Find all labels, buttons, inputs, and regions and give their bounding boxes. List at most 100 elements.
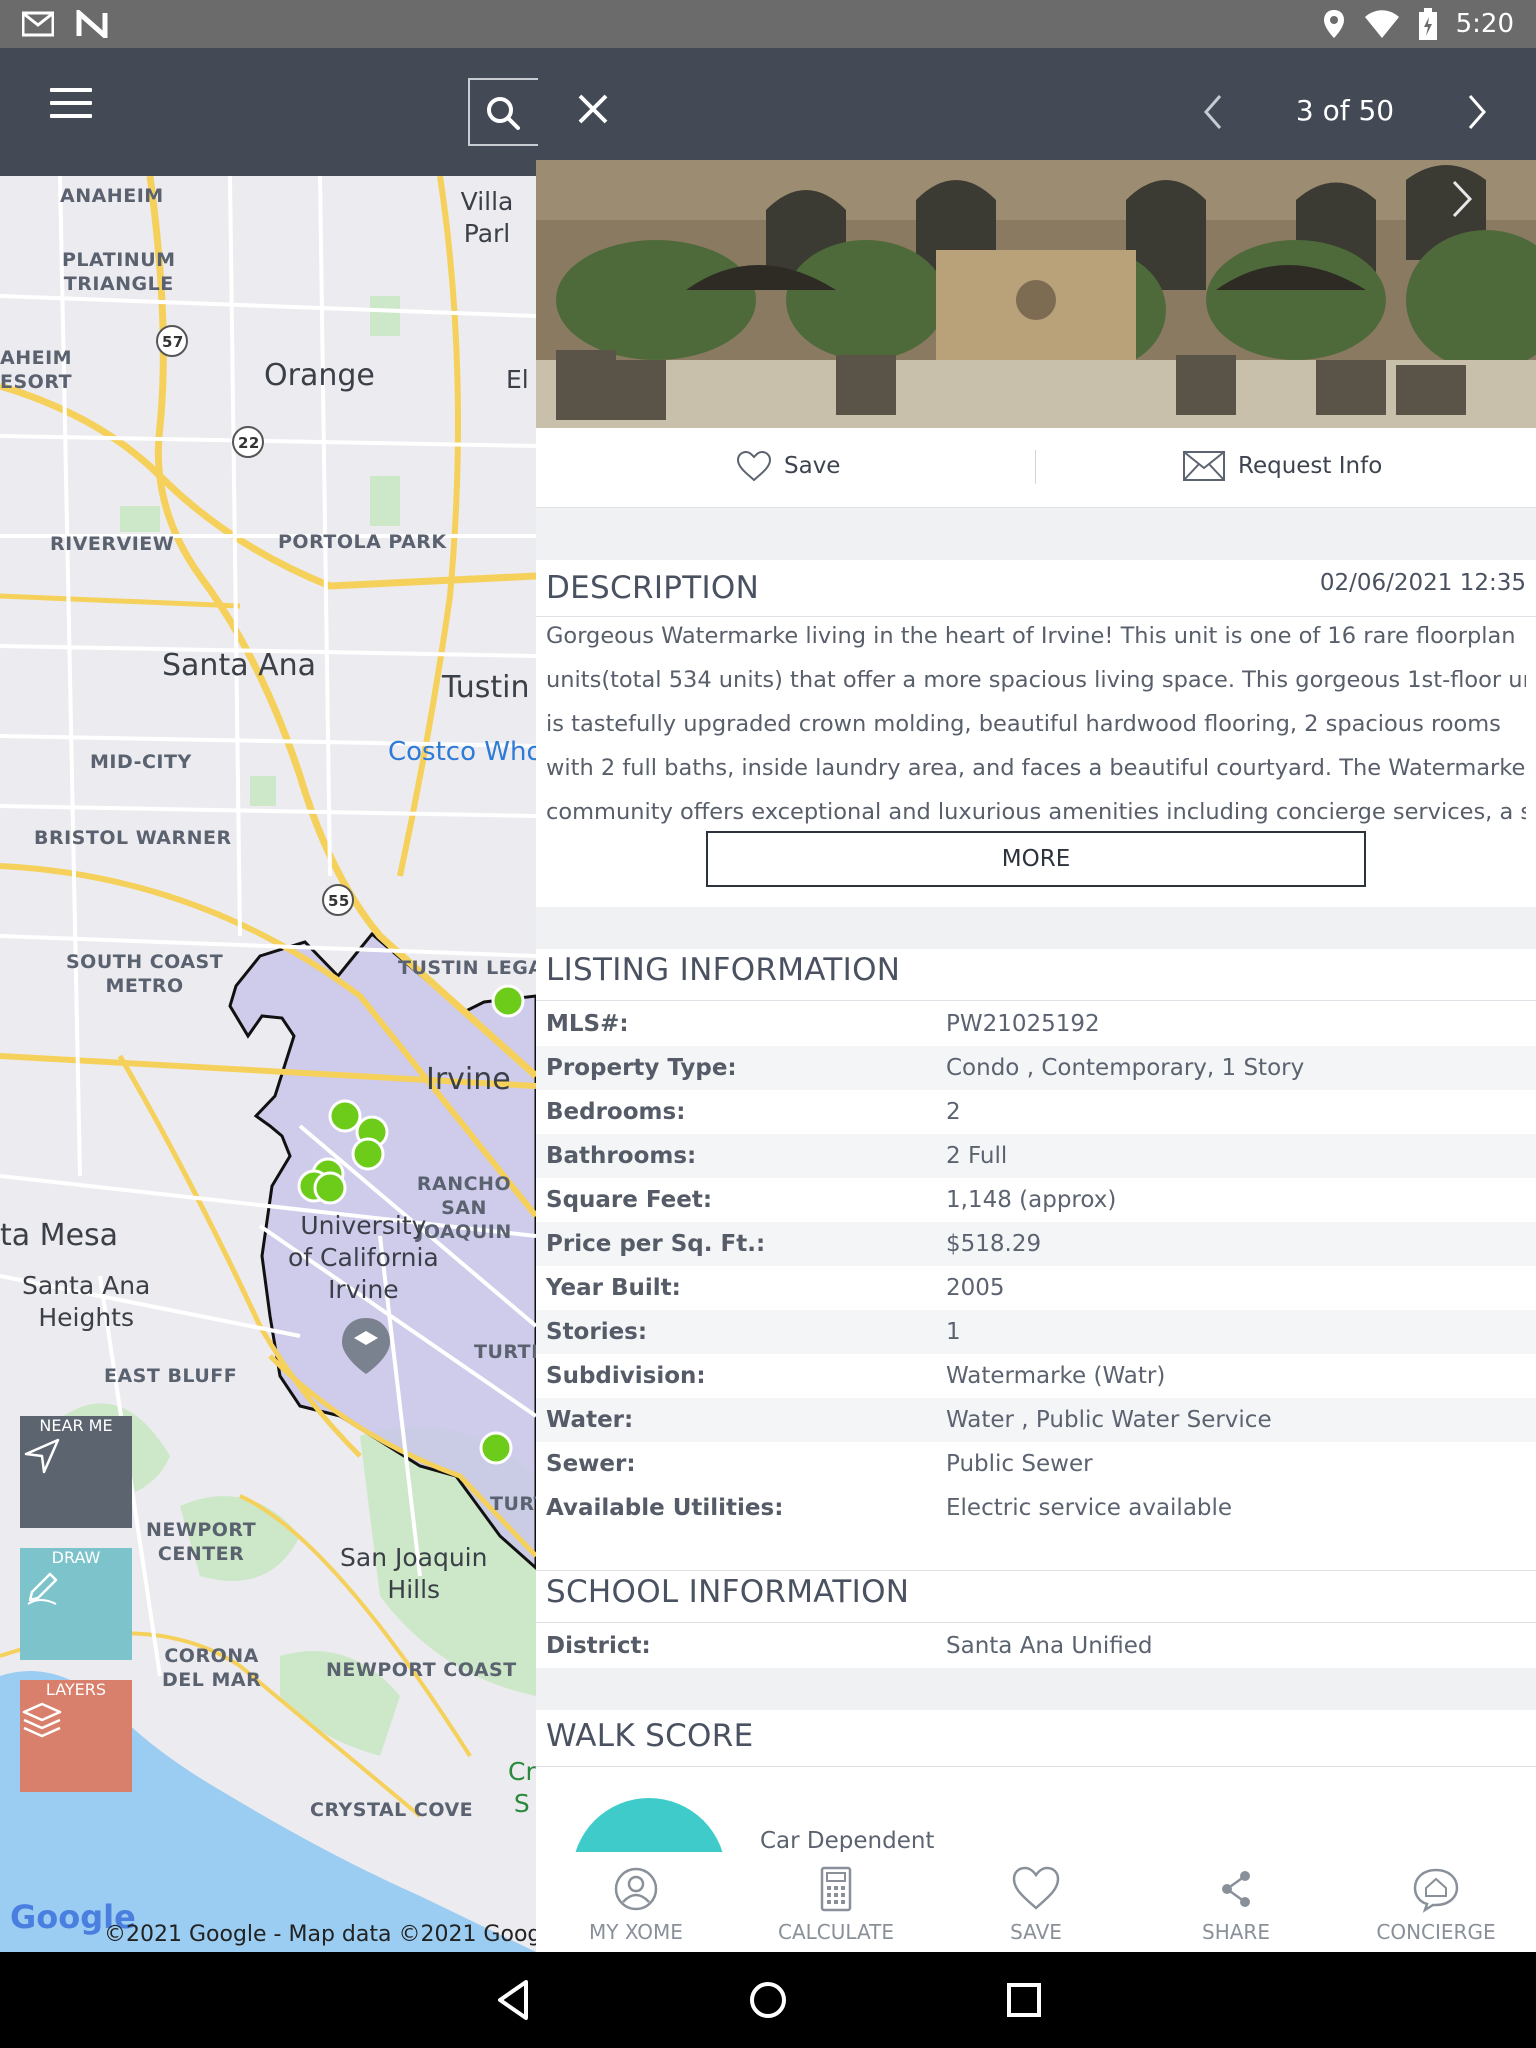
system-nav-bar	[0, 1952, 1536, 2048]
menu-bar	[50, 88, 92, 92]
listing-info-title: LISTING INFORMATION	[546, 952, 901, 988]
listing-detail-panel[interactable]: Save Request Info DESCRIPTION 02/06/2021…	[536, 160, 1536, 1952]
search-button[interactable]	[468, 78, 538, 146]
map-label: SOUTH COAST METRO	[66, 951, 224, 997]
pager-label: 3 of 50	[1295, 94, 1395, 127]
info-value: 2 Full	[946, 1143, 1008, 1169]
city-label: Tustin	[442, 670, 530, 705]
info-key: Sewer:	[546, 1451, 636, 1477]
previous-listing-icon[interactable]	[1190, 88, 1238, 136]
next-listing-icon[interactable]	[1452, 88, 1500, 136]
rule	[536, 1622, 1536, 1623]
save-listing-button[interactable]: Save	[736, 450, 840, 482]
rule	[536, 1570, 1536, 1571]
more-button[interactable]: MORE	[706, 831, 1366, 887]
battery-icon	[1418, 8, 1437, 40]
info-value: Santa Ana Unified	[946, 1633, 1153, 1659]
tab-calculate[interactable]: CALCULATE	[736, 1852, 936, 1952]
description-title: DESCRIPTION	[546, 570, 760, 606]
listing-pin[interactable]	[328, 1099, 362, 1133]
walk-score-label: Car Dependent	[760, 1828, 935, 1854]
recents-icon[interactable]	[998, 1974, 1050, 2026]
navigation-arrow-icon	[24, 1438, 60, 1474]
section-spacer	[536, 907, 1536, 949]
city-label: University of California Irvine	[288, 1211, 439, 1304]
listing-pin[interactable]	[313, 1171, 347, 1205]
info-row-mls: MLS#: PW21025192	[536, 1002, 1536, 1046]
info-value: 2005	[946, 1275, 1005, 1301]
info-value: 2	[946, 1099, 961, 1125]
listing-photo[interactable]	[536, 160, 1536, 428]
request-info-button[interactable]: Request Info	[1182, 450, 1382, 482]
tab-concierge[interactable]: CONCIERGE	[1336, 1852, 1536, 1952]
info-row-stories: Stories: 1	[536, 1310, 1536, 1354]
courtyard-photo	[536, 160, 1536, 428]
info-row-district: District: Santa Ana Unified	[536, 1624, 1536, 1668]
user-icon	[614, 1867, 658, 1911]
info-row-price-per-sqft: Price per Sq. Ft.: $518.29	[536, 1222, 1536, 1266]
map-view[interactable]: ANAHEIM PLATINUM TRIANGLE AHEIM ESORT Or…	[0, 176, 536, 1952]
map-label: TURTL	[474, 1341, 536, 1363]
description-line: is tastefully upgraded crown molding, be…	[546, 711, 1501, 737]
app-header: 3 of 50	[0, 48, 1536, 176]
clock: 5:20	[1455, 9, 1514, 39]
map-label: AHEIM ESORT	[0, 347, 73, 393]
city-label: Cr S	[508, 1757, 536, 1818]
info-key: Property Type:	[546, 1055, 737, 1081]
info-key: Available Utilities:	[546, 1495, 784, 1521]
map-label: PORTOLA PARK	[278, 531, 447, 553]
info-value: Water , Public Water Service	[946, 1407, 1272, 1433]
highway-22-label: 22	[238, 434, 260, 452]
actions-divider	[1035, 450, 1036, 484]
listing-pin[interactable]	[479, 1431, 513, 1465]
info-row-bedrooms: Bedrooms: 2	[536, 1090, 1536, 1134]
near-me-label: NEAR ME	[39, 1416, 113, 1435]
info-value: 1	[946, 1319, 961, 1345]
info-row-bathrooms: Bathrooms: 2 Full	[536, 1134, 1536, 1178]
map-label: CRYSTAL COVE	[310, 1799, 474, 1821]
tab-save[interactable]: SAVE	[936, 1852, 1136, 1952]
near-me-button[interactable]: NEAR ME	[20, 1416, 132, 1528]
info-value: Condo , Contemporary, 1 Story	[946, 1055, 1305, 1081]
next-photo-icon[interactable]	[1442, 174, 1482, 224]
gmail-icon	[22, 11, 54, 37]
city-label: Santa Ana	[162, 648, 317, 683]
location-icon	[1323, 10, 1344, 38]
map-attribution: ©2021 Google - Map data ©2021 Google	[104, 1922, 536, 1947]
info-row-sewer: Sewer: Public Sewer	[536, 1442, 1536, 1486]
rule	[536, 1766, 1536, 1767]
rule	[536, 1000, 1536, 1001]
info-key: Water:	[546, 1407, 634, 1433]
menu-bar	[50, 101, 92, 105]
info-row-utilities: Available Utilities: Electric service ava…	[536, 1486, 1536, 1530]
draw-button[interactable]: DRAW	[20, 1548, 132, 1660]
heart-icon	[1012, 1866, 1060, 1910]
info-value: $518.29	[946, 1231, 1042, 1257]
info-value: Electric service available	[946, 1495, 1233, 1521]
back-icon[interactable]	[488, 1974, 540, 2026]
info-key: Year Built:	[546, 1275, 681, 1301]
tab-share[interactable]: SHARE	[1136, 1852, 1336, 1952]
map-label: RIVERVIEW	[50, 533, 175, 555]
close-icon[interactable]	[570, 86, 616, 132]
city-label: ta Mesa	[0, 1218, 119, 1253]
tab-label: SHARE	[1202, 1920, 1270, 1944]
map-label: NEWPORT COAST	[326, 1659, 517, 1681]
info-key: Stories:	[546, 1319, 648, 1345]
poi-label[interactable]: Costco Who	[388, 736, 536, 768]
share-icon	[1222, 1871, 1250, 1907]
map-label: ANAHEIM	[60, 185, 164, 207]
menu-button[interactable]	[50, 88, 92, 122]
listing-pin[interactable]	[351, 1137, 385, 1171]
bottom-tab-bar: MY XOME CALCULATE SAVE SHARE CONCIERGE	[536, 1852, 1536, 1952]
menu-bar	[50, 114, 92, 118]
home-icon[interactable]	[742, 1974, 794, 2026]
layers-button[interactable]: LAYERS	[20, 1680, 132, 1792]
tab-my-xome[interactable]: MY XOME	[536, 1852, 736, 1952]
listing-pin[interactable]	[491, 984, 525, 1018]
wifi-icon	[1364, 10, 1399, 38]
app-n-icon	[76, 10, 108, 38]
tab-label: CALCULATE	[778, 1920, 894, 1944]
description-line: with 2 full baths, inside laundry area, …	[546, 755, 1526, 781]
layers-label: LAYERS	[45, 1680, 107, 1699]
